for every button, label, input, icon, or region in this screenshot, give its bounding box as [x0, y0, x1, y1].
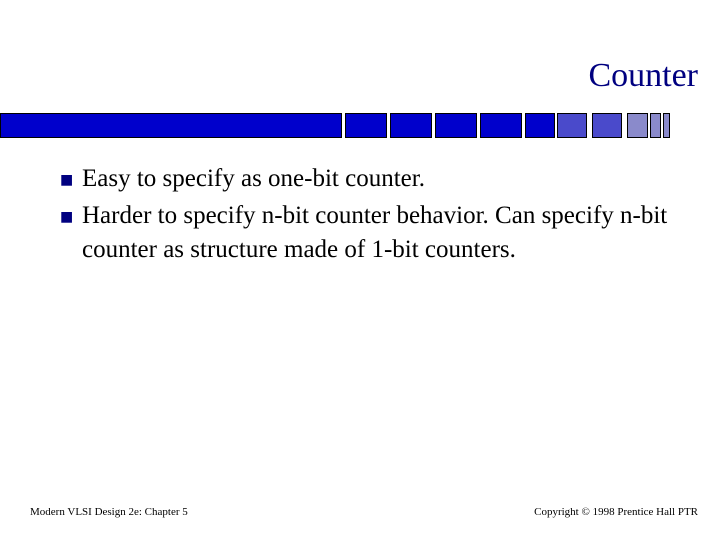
- decorative-bar-segment: [390, 113, 432, 138]
- slide: Counter ■ Easy to specify as one-bit cou…: [0, 0, 720, 540]
- page-title: Counter: [588, 57, 698, 94]
- decorative-bar-segment: [0, 113, 342, 138]
- decorative-bar-segment: [345, 113, 387, 138]
- bullet-list: ■ Easy to specify as one-bit counter. ■ …: [60, 162, 670, 269]
- decorative-bar-segment: [435, 113, 477, 138]
- decorative-bar-segment: [557, 113, 587, 138]
- decorative-bar-segment: [592, 113, 622, 138]
- square-bullet-icon: ■: [60, 209, 74, 225]
- square-bullet-icon: ■: [60, 172, 74, 188]
- list-item: ■ Harder to specify n-bit counter behavi…: [60, 199, 670, 267]
- footer-source: Modern VLSI Design 2e: Chapter 5: [30, 506, 188, 518]
- list-item: ■ Easy to specify as one-bit counter.: [60, 162, 670, 197]
- list-item-text: Harder to specify n-bit counter behavior…: [82, 202, 668, 263]
- footer-copyright: Copyright © 1998 Prentice Hall PTR: [534, 506, 698, 518]
- decorative-bar-band: [0, 113, 720, 138]
- decorative-bar-segment: [663, 113, 670, 138]
- list-item-text: Easy to specify as one-bit counter.: [82, 165, 425, 192]
- decorative-bar-segment: [525, 113, 555, 138]
- decorative-bar-segment: [650, 113, 661, 138]
- decorative-bar-segment: [480, 113, 522, 138]
- decorative-bar-segment: [627, 113, 648, 138]
